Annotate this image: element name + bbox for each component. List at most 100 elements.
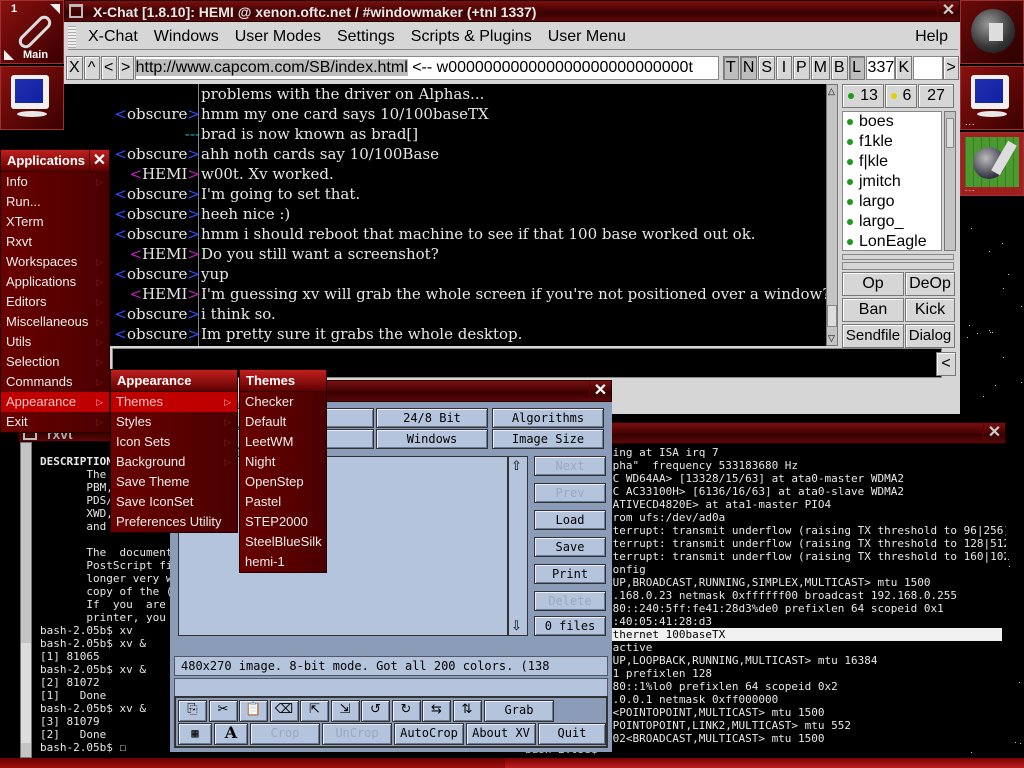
- rotate-left-icon[interactable]: ↺: [361, 700, 390, 722]
- deop-button[interactable]: DeOp: [905, 272, 955, 296]
- print-button[interactable]: Print: [534, 564, 606, 584]
- menu-title[interactable]: Applications ✕: [1, 150, 109, 172]
- userlist-scrollbar[interactable]: [944, 111, 956, 251]
- menu-item-preferences-utility[interactable]: Preferences Utility: [111, 512, 237, 532]
- menu-item-save-iconset[interactable]: Save IconSet: [111, 492, 237, 512]
- menu-item-exit[interactable]: Exit ▷: [1, 412, 109, 432]
- menu-item-editors[interactable]: Editors ▷: [1, 292, 109, 312]
- dialog-button[interactable]: Dialog: [905, 324, 955, 348]
- menu-item-steelbluesilk[interactable]: SteelBlueSilk: [240, 532, 326, 552]
- menu-item-applications[interactable]: Applications ▷: [1, 272, 109, 292]
- user-list-item[interactable]: LonEagle: [843, 232, 941, 250]
- user-list-item[interactable]: largo: [843, 192, 941, 212]
- pad-icon[interactable]: ▦: [178, 723, 212, 745]
- chat-nick[interactable]: <obscure>: [114, 304, 200, 324]
- mode-n-toggle[interactable]: N: [739, 56, 758, 80]
- chat-nick[interactable]: <obscure>: [114, 224, 200, 244]
- userlist-hscroll[interactable]: [842, 254, 954, 260]
- close-tab-button[interactable]: X: [66, 56, 83, 80]
- mode-p-toggle[interactable]: P: [792, 56, 810, 80]
- terminal2-titlebar[interactable]: ✕: [600, 422, 1006, 444]
- dock-app-monitor[interactable]: [0, 66, 64, 130]
- chat-nick[interactable]: <obscure>: [114, 104, 200, 124]
- chat-nick[interactable]: <HEMI>: [130, 244, 200, 264]
- ban-button[interactable]: Ban: [842, 298, 904, 322]
- terminal-scroll-thumb[interactable]: [21, 643, 31, 743]
- workspace-clip[interactable]: 1 Main: [0, 0, 64, 64]
- menu-item-default[interactable]: Default: [240, 412, 326, 432]
- kick-button[interactable]: Kick: [905, 298, 955, 322]
- chat-text-area[interactable]: problems with the driver on Alphas... <ob…: [64, 84, 826, 346]
- menu-help[interactable]: Help: [907, 28, 958, 46]
- windows-button[interactable]: Windows: [376, 429, 488, 449]
- menu-settings[interactable]: Settings: [329, 28, 403, 46]
- chat-nick[interactable]: <HEMI>: [130, 164, 200, 184]
- terminal2-resizebar[interactable]: [505, 758, 1024, 768]
- zoom-out-icon[interactable]: ⇲: [330, 700, 360, 722]
- scroll-down-icon[interactable]: ▽: [828, 333, 835, 344]
- dock-app-windowmaker[interactable]: [960, 0, 1024, 64]
- scroll-up-icon[interactable]: ⇧: [511, 458, 522, 474]
- total-count[interactable]: 27: [918, 84, 954, 108]
- chat-nick[interactable]: <obscure>: [114, 264, 200, 284]
- menu-item-save-theme[interactable]: Save Theme: [111, 472, 237, 492]
- mode-l-toggle[interactable]: L: [848, 56, 865, 80]
- user-list-item[interactable]: f1kle: [843, 132, 941, 152]
- paste-icon[interactable]: 📋: [239, 700, 268, 722]
- close-button[interactable]: ✕: [589, 381, 611, 401]
- scroll-thumb[interactable]: [827, 305, 837, 327]
- about-xv-button[interactable]: About XV: [466, 723, 536, 745]
- delete-button[interactable]: Delete: [534, 591, 606, 611]
- user-list-item[interactable]: jmitch: [843, 172, 941, 192]
- prev-workspace-arrow-icon[interactable]: [4, 50, 14, 60]
- menu-item-icon-sets[interactable]: Icon Sets ▷: [111, 432, 237, 452]
- menu-item-info[interactable]: Info ▷: [1, 172, 109, 192]
- chat-nick[interactable]: <obscure>: [114, 184, 200, 204]
- copy-icon[interactable]: ⎘: [178, 700, 207, 722]
- mode-s-toggle[interactable]: S: [758, 56, 775, 80]
- algorithms-button[interactable]: Algorithms: [492, 408, 604, 428]
- user-list[interactable]: boes f1kle f|kle jmitch largo largo_ LonEagle: [842, 111, 942, 251]
- uncrop-button[interactable]: UnCrop: [322, 723, 392, 745]
- menu-scripts-plugins[interactable]: Scripts & Plugins: [403, 28, 540, 46]
- menu-item-hemi-1[interactable]: hemi-1: [240, 552, 326, 572]
- crop-button[interactable]: Crop: [250, 723, 320, 745]
- cut-icon[interactable]: ✂: [208, 700, 238, 722]
- menu-item-xterm[interactable]: XTerm: [1, 212, 109, 232]
- menu-item-night[interactable]: Night: [240, 452, 326, 472]
- chat-nick[interactable]: <obscure>: [114, 144, 200, 164]
- rxvt-resizebar[interactable]: [0, 758, 505, 768]
- next-button[interactable]: Next: [534, 456, 606, 476]
- flip-vertical-icon[interactable]: ⇅: [452, 700, 482, 722]
- grab-button[interactable]: Grab: [484, 700, 554, 722]
- menu-item-checker[interactable]: Checker: [240, 392, 326, 412]
- menu-item-selection[interactable]: Selection ▷: [1, 352, 109, 372]
- op-button[interactable]: Op: [842, 272, 904, 296]
- menu-user-menu[interactable]: User Menu: [540, 28, 634, 46]
- close-button[interactable]: ✕: [983, 423, 1005, 443]
- limit-input[interactable]: 337: [865, 56, 896, 80]
- collapse-userlist-button[interactable]: <: [936, 352, 956, 376]
- menu-item-utils[interactable]: Utils ▷: [1, 332, 109, 352]
- user-list-item[interactable]: boes: [843, 112, 941, 132]
- dock-app-preferences[interactable]: ...: [960, 132, 1024, 196]
- zoom-in-icon[interactable]: ⇱: [300, 700, 329, 722]
- load-button[interactable]: Load: [534, 510, 606, 530]
- scroll-up-icon[interactable]: △: [828, 86, 835, 97]
- expand-button[interactable]: >: [943, 56, 960, 80]
- ops-count[interactable]: 13: [842, 84, 884, 108]
- mode-t-toggle[interactable]: T: [722, 56, 739, 80]
- menu-item-miscellaneous[interactable]: Miscellaneous ▷: [1, 312, 109, 332]
- terminal2[interactable]: .ing at ISA irq 7 pha" frequency 5331836…: [606, 446, 1006, 746]
- flip-horizontal-icon[interactable]: ⇆: [422, 700, 451, 722]
- save-button[interactable]: Save: [534, 537, 606, 557]
- autocrop-button[interactable]: AutoCrop: [394, 723, 464, 745]
- next-tab-button[interactable]: >: [117, 56, 134, 80]
- next-workspace-arrow-icon[interactable]: [50, 4, 60, 14]
- user-list-item[interactable]: f|kle: [843, 152, 941, 172]
- menu-item-styles[interactable]: Styles ▷: [111, 412, 237, 432]
- chat-nick[interactable]: <obscure>: [114, 204, 200, 224]
- detach-button[interactable]: ^: [83, 56, 100, 80]
- text-annotate-icon[interactable]: A: [214, 723, 248, 745]
- close-button[interactable]: ✕: [937, 1, 959, 21]
